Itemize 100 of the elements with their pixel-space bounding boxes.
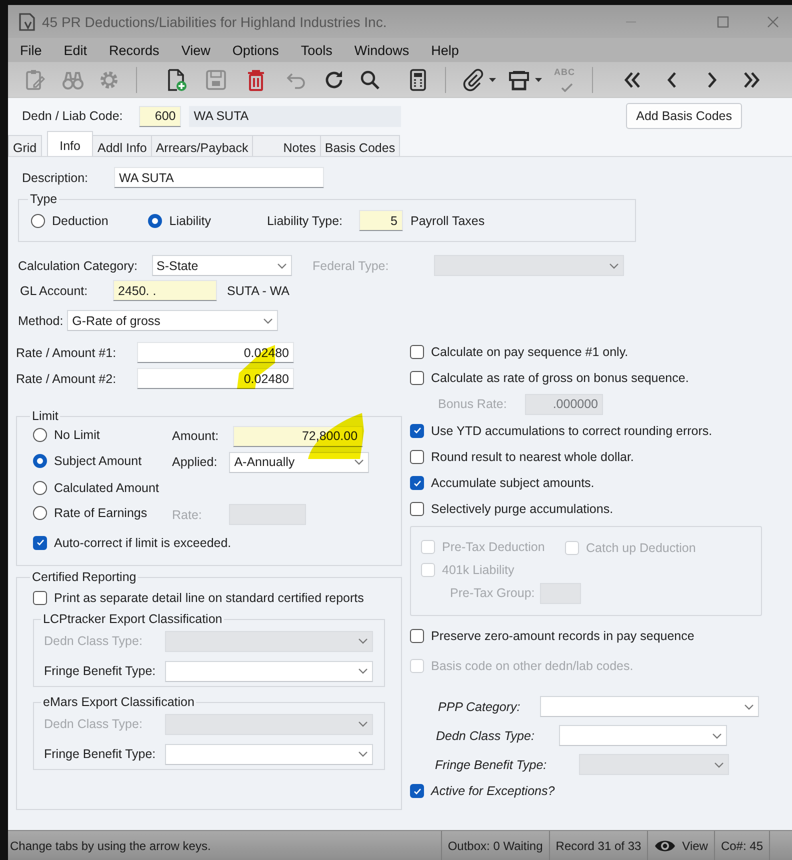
field-label: Amount:: [172, 429, 219, 444]
checkmark-icon: [412, 786, 422, 796]
field-label: GL Account:: [20, 284, 89, 298]
liability-type-name: Payroll Taxes: [410, 214, 485, 228]
field-label: Rate / Amount #2:: [16, 372, 118, 386]
checkbox-label: Calculate on pay sequence #1 only.: [431, 345, 628, 360]
field-label: PPP Category:: [438, 700, 520, 714]
chevron-icon: [263, 318, 274, 324]
field-label: Dedn Class Type:: [436, 728, 534, 743]
menu-item[interactable]: View: [181, 42, 210, 58]
chevron-icon: [714, 762, 724, 768]
chevron-icon: [354, 459, 364, 466]
menu-item[interactable]: Records: [109, 42, 160, 58]
radio-button[interactable]: [148, 214, 162, 228]
field-label: Fringe Benefit Type:: [44, 747, 157, 761]
group-title: eMars Export Classification: [42, 695, 196, 709]
text-field[interactable]: 600: [138, 106, 181, 126]
field-label: Bonus Rate:: [438, 397, 508, 412]
field-label: Dedn / Liab Code:: [22, 109, 123, 123]
tab[interactable]: Notes: [252, 135, 321, 156]
checkbox-label: Use YTD accumulations to correct rounding errors.: [431, 424, 712, 438]
radio-label: Calculated Amount: [54, 481, 159, 496]
checkbox[interactable]: [33, 536, 47, 550]
checkbox[interactable]: [33, 591, 47, 605]
chevron-icon: [276, 262, 287, 268]
checkmark-icon: [36, 538, 44, 548]
chevron-icon: [608, 262, 619, 268]
field-label: Dedn Class Type:: [44, 634, 144, 648]
checkbox[interactable]: [410, 629, 424, 644]
group-title: Type: [29, 192, 58, 206]
chevron-icon: [358, 751, 368, 757]
field-label: Pre-Tax Group:: [450, 586, 535, 600]
name-field[interactable]: WA SUTA: [188, 106, 401, 126]
tab[interactable]: Info: [46, 131, 94, 156]
company-number: Co#: 45: [714, 830, 770, 860]
outbox-status: Outbox: 0 Waiting: [440, 830, 549, 860]
text-field[interactable]: 5: [358, 210, 402, 231]
checkbox-label: Basis code on other dedn/lab codes.: [431, 659, 634, 674]
menu-item[interactable]: Tools: [300, 42, 332, 58]
window-title: 45 PR Deductions/Liabilities for Highland Industries Inc.: [42, 14, 387, 30]
checkbox-label: Print as separate detail line on standard certified reports: [54, 591, 364, 605]
tab[interactable]: Addl Info: [92, 135, 152, 156]
checkbox-label: Accumulate subject amounts.: [431, 476, 594, 490]
record-position: Record 31 of 33: [548, 830, 648, 860]
radio-label: Rate of Earnings: [54, 506, 148, 520]
checkbox-label: Active for Exceptions?: [431, 784, 555, 798]
field-label: Applied:: [172, 455, 218, 470]
checkbox-label: Preserve zero-amount records in pay sequence: [431, 629, 694, 644]
chevron-icon: [712, 732, 722, 739]
radio-button[interactable]: [33, 454, 47, 468]
eye-icon: [654, 838, 676, 852]
menu-item[interactable]: Options: [232, 42, 279, 58]
radio-label: Subject Amount: [54, 454, 142, 468]
mode-label: View: [682, 838, 708, 852]
field-label: Fringe Benefit Type:: [435, 758, 547, 772]
field-label: Liability Type:: [266, 214, 342, 228]
menu-item[interactable]: Windows: [354, 42, 410, 58]
app-icon: [18, 12, 36, 32]
dropdown-caret-icon[interactable]: [489, 78, 496, 82]
checkbox[interactable]: [410, 784, 424, 798]
field-label: Rate / Amount #1:: [16, 346, 118, 360]
radio-button[interactable]: [33, 428, 47, 442]
tab[interactable]: Grid: [8, 135, 42, 156]
dropdown[interactable]: G-Rate of gross: [67, 310, 278, 331]
radio-label: Deduction: [52, 214, 108, 228]
menu-item[interactable]: File: [20, 42, 42, 58]
chevron-icon: [358, 668, 368, 674]
text-field[interactable]: WA SUTA: [114, 167, 324, 188]
dropdown-caret-icon[interactable]: [535, 78, 542, 82]
checkbox[interactable]: [410, 476, 424, 490]
tab[interactable]: Basis Codes: [320, 135, 400, 156]
text-field[interactable]: 2450. .: [113, 280, 217, 301]
dropdown[interactable]: S-State: [152, 255, 292, 276]
add-basis-codes-button[interactable]: Add Basis Codes: [626, 103, 742, 129]
field-label: Calculation Category:: [18, 258, 138, 272]
radio-label: No Limit: [54, 428, 100, 442]
checkbox[interactable]: [410, 450, 424, 464]
checkbox-label: 401k Liability: [442, 563, 514, 578]
checkbox-label: Round result to nearest whole dollar.: [431, 450, 634, 464]
field-label: Method:: [18, 314, 64, 328]
radio-button[interactable]: [33, 481, 47, 496]
checkbox-label: Selectively purge accumulations.: [431, 502, 614, 516]
menu-item[interactable]: Edit: [64, 42, 88, 58]
field-label: Fringe Benefit Type:: [44, 664, 157, 678]
radio-button[interactable]: [33, 506, 47, 520]
field-label: Description:: [22, 170, 89, 184]
checkbox-label: Auto-correct if limit is exceeded.: [54, 536, 232, 550]
checkbox-label: Catch up Deduction: [586, 541, 696, 556]
menu-item[interactable]: Help: [431, 42, 459, 58]
tab[interactable]: Arrears/Payback: [150, 135, 254, 156]
checkbox[interactable]: [410, 502, 424, 516]
checkmark-icon: [412, 426, 422, 436]
chevron-icon: [744, 704, 754, 710]
checkbox[interactable]: [410, 371, 424, 386]
checkbox[interactable]: [410, 424, 424, 438]
chevron-icon: [358, 638, 368, 644]
radio-button[interactable]: [31, 214, 45, 228]
group-title: Limit: [31, 409, 60, 423]
checkbox[interactable]: [410, 345, 424, 360]
group-title: LCPtracker Export Classification: [42, 612, 224, 626]
